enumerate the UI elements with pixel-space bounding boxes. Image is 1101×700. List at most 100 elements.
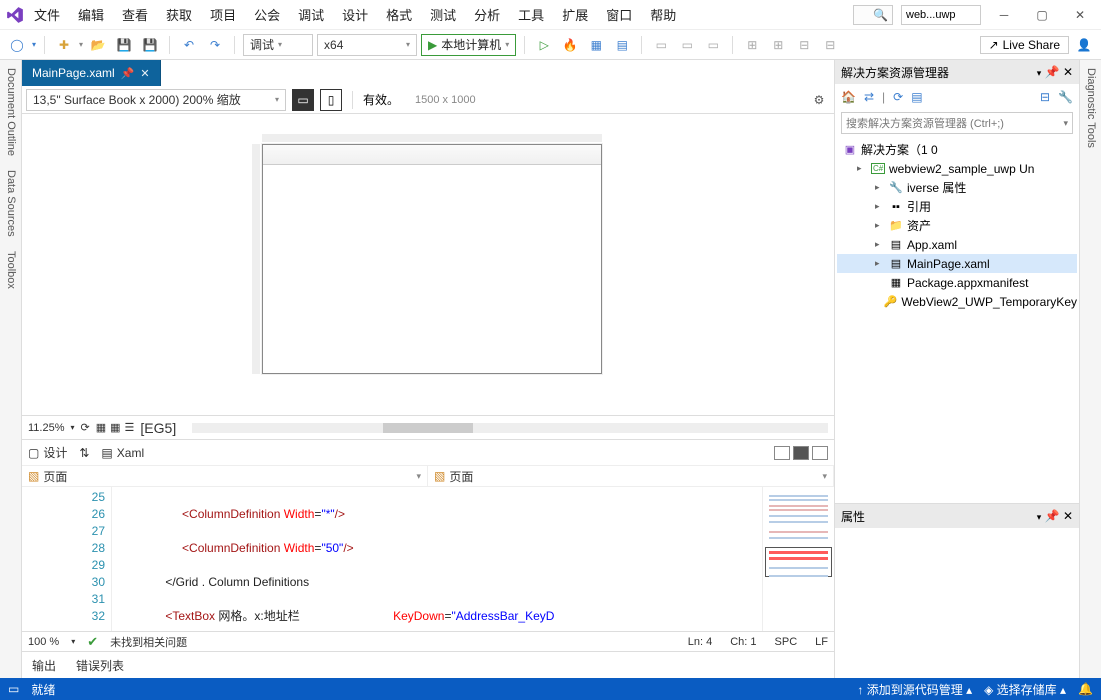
menu-test[interactable]: 测试 [428,1,458,28]
tree-item-references[interactable]: ▸▪▪引用 [837,197,1077,216]
tree-item-tempkey[interactable]: 🔑WebView2_UWP_TemporaryKey [837,292,1077,311]
settings-icon[interactable]: ⚙ [808,89,830,111]
grid-icon-1[interactable]: ▦ [96,421,106,434]
menu-design[interactable]: 设计 [340,1,370,28]
tree-item-appxaml[interactable]: ▸▤App.xaml [837,235,1077,254]
sol-sync-icon[interactable]: ⇄ [864,90,874,104]
document-tab-mainpage[interactable]: MainPage.xaml 📌 ✕ [22,60,161,86]
tb-btn-6[interactable]: ⊞ [741,34,763,56]
rail-document-outline[interactable]: Document Outline [2,66,19,158]
grid-icon-2[interactable]: ▦ [110,421,120,434]
solution-search-input[interactable]: 搜索解决方案资源管理器 (Ctrl+;)▾ [841,112,1073,134]
save-all-button[interactable]: 💾 [139,34,161,56]
menu-view[interactable]: 查看 [120,1,150,28]
props-close-icon[interactable]: ✕ [1063,509,1073,523]
tb-btn-3[interactable]: ▭ [650,34,672,56]
swap-panes-button[interactable]: ⇅ [79,446,89,460]
solution-title[interactable]: web...uwp [901,5,981,25]
orientation-portrait-button[interactable]: ▯ [320,89,342,111]
split-vert-icon[interactable] [774,446,790,460]
rail-toolbox[interactable]: Toolbox [2,249,19,291]
orientation-landscape-button[interactable]: ▭ [292,89,314,111]
tb-btn-4[interactable]: ▭ [676,34,698,56]
refresh-icon[interactable]: ⟳ [81,421,90,434]
rail-diagnostic-tools[interactable]: Diagnostic Tools [1082,66,1099,150]
window-maximize[interactable]: ▢ [1027,1,1057,29]
code-minimap[interactable] [762,487,834,631]
menu-build[interactable]: 公会 [252,1,282,28]
code-editor[interactable]: <ColumnDefinition Width="*"/> <ColumnDef… [112,487,762,631]
menu-analyze[interactable]: 分析 [472,1,502,28]
new-item-button[interactable]: ✚ [53,34,75,56]
breadcrumb-left[interactable]: ▧页面▾ [22,466,428,486]
solution-tree[interactable]: ▣解决方案（1 0 ▸C#webview2_sample_uwp Un ▸🔧iv… [835,136,1079,503]
tree-solution-root[interactable]: ▣解决方案（1 0 [837,140,1077,159]
props-pin-icon[interactable]: 📌 [1045,509,1060,523]
sol-filter-icon[interactable]: ▤ [911,90,922,104]
device-combo[interactable]: 13,5" Surface Book x 2000) 200% 缩放▾ [26,89,286,111]
menu-extensions[interactable]: 扩展 [560,1,590,28]
status-repo[interactable]: ◈ 选择存储库 ▴ [984,681,1066,698]
split-horiz-icon[interactable] [793,446,809,460]
tree-item-mainpage[interactable]: ▸▤MainPage.xaml [837,254,1077,273]
nav-back-button[interactable]: ◯ [6,34,28,56]
tb-btn-5[interactable]: ▭ [702,34,724,56]
platform-combo[interactable]: x64▾ [317,34,417,56]
designer-canvas[interactable] [22,114,834,415]
open-button[interactable]: 📂 [87,34,109,56]
save-button[interactable]: 💾 [113,34,135,56]
start-debug-button[interactable]: ▶ 本地计算机▾ [421,34,516,56]
tree-item-manifest[interactable]: ▦Package.appxmanifest [837,273,1077,292]
start-without-debug-button[interactable]: ▷ [533,34,555,56]
pane-close-icon[interactable]: ✕ [1063,65,1073,79]
live-share-button[interactable]: ↗Live Share [980,36,1069,54]
redo-button[interactable]: ↷ [204,34,226,56]
sol-wrench-icon[interactable]: 🔧 [1058,90,1073,104]
status-source-control[interactable]: ↑ 添加到源代码管理 ▴ [857,681,972,698]
pane-dropdown-icon[interactable]: ▾ [1037,68,1042,78]
breadcrumb-right[interactable]: ▧页面▾ [428,466,834,486]
pin-icon[interactable]: 📌 [121,67,135,80]
close-tab-icon[interactable]: ✕ [140,67,149,80]
menu-format[interactable]: 格式 [384,1,414,28]
menu-project[interactable]: 项目 [208,1,238,28]
tree-item-assets[interactable]: ▸📁资产 [837,216,1077,235]
menu-debug[interactable]: 调试 [296,1,326,28]
designer-h-scrollbar[interactable] [192,423,828,433]
indent-indicator[interactable]: SPC [775,636,798,648]
window-close[interactable]: ✕ [1065,1,1095,29]
grid-icon-3[interactable]: ☰ [125,421,135,434]
menu-help[interactable]: 帮助 [648,1,678,28]
split-collapse-icon[interactable] [812,446,828,460]
menu-window[interactable]: 窗口 [604,1,634,28]
configuration-combo[interactable]: 调试▾ [243,34,313,56]
tab-xaml[interactable]: ▤Xaml [101,446,144,460]
undo-button[interactable]: ↶ [178,34,200,56]
sol-collapse-icon[interactable]: ⊟ [1040,90,1050,104]
tree-item-properties[interactable]: ▸🔧iverse 属性 [837,178,1077,197]
tb-btn-8[interactable]: ⊟ [793,34,815,56]
props-dropdown-icon[interactable]: ▾ [1037,512,1042,522]
tb-btn-2[interactable]: ▤ [611,34,633,56]
pane-pin-icon[interactable]: 📌 [1045,65,1060,79]
sol-home-icon[interactable]: 🏠 [841,90,856,104]
zoom-percentage[interactable]: 11.25% [28,422,65,434]
tab-design[interactable]: ▢设计 [28,444,67,461]
account-button[interactable]: 👤 [1073,34,1095,56]
menu-edit[interactable]: 编辑 [76,1,106,28]
editor-zoom[interactable]: 100 % [28,636,59,648]
rail-data-sources[interactable]: Data Sources [2,168,19,239]
tb-btn-9[interactable]: ⊟ [819,34,841,56]
tab-error-list[interactable]: 错误列表 [76,657,124,674]
menu-get[interactable]: 获取 [164,1,194,28]
eol-indicator[interactable]: LF [815,636,828,648]
tree-project[interactable]: ▸C#webview2_sample_uwp Un [837,159,1077,178]
tab-output[interactable]: 输出 [32,657,56,674]
window-minimize[interactable]: ─ [989,1,1019,29]
sol-refresh-icon[interactable]: ⟳ [893,90,903,104]
artboard[interactable] [262,144,602,374]
status-bell-icon[interactable]: 🔔 [1078,682,1093,696]
search-box[interactable]: 🔍 [853,5,893,25]
hot-reload-button[interactable]: 🔥 [559,34,581,56]
tb-btn-7[interactable]: ⊞ [767,34,789,56]
